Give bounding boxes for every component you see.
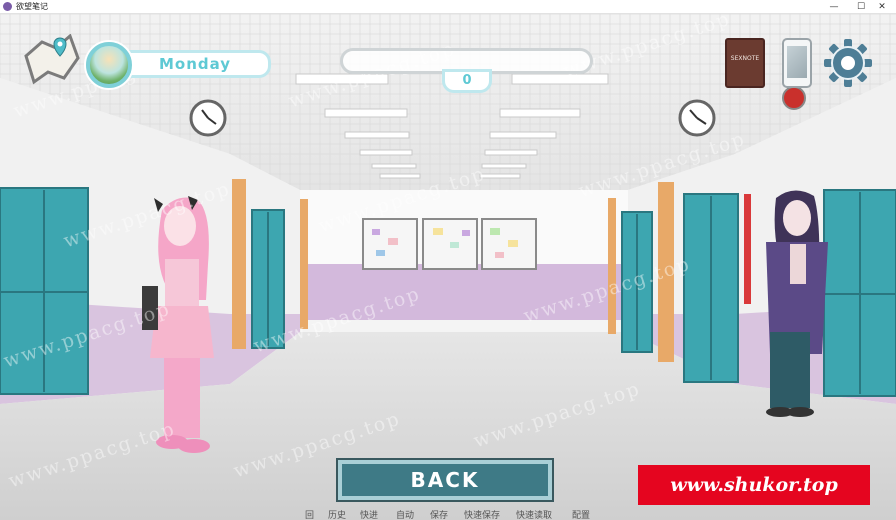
day-display: Monday — [128, 50, 271, 78]
window-titlebar: 欲望笔记 — ☐ ✕ — [0, 0, 896, 14]
game-scene: www.ppacg.top www.ppacg.top www.ppacg.to… — [0, 14, 896, 520]
settings-button[interactable] — [823, 38, 873, 88]
counter-value: 0 — [442, 69, 492, 93]
notebook-label: SEXNOTE — [730, 55, 760, 62]
quick-menu-save[interactable]: 保存 — [430, 508, 448, 520]
notebook-button[interactable]: SEXNOTE — [725, 38, 765, 88]
quick-menu: 回 历史 快进 自动 保存 快速保存 快速读取 配置 — [300, 508, 620, 520]
quick-menu-quick-load[interactable]: 快速读取 — [516, 508, 552, 520]
quick-menu-auto[interactable]: 自动 — [396, 508, 414, 520]
minimize-button[interactable]: — — [820, 0, 848, 14]
window-title: 欲望笔记 — [16, 2, 48, 11]
quick-menu-skip[interactable]: 快进 — [360, 508, 378, 520]
quick-menu-back[interactable]: 回 — [305, 508, 314, 520]
day-time-icon — [86, 42, 132, 88]
wall-clock-left — [189, 99, 227, 137]
wall-clock-right — [678, 99, 716, 137]
phone-button[interactable] — [782, 38, 812, 88]
quick-menu-quick-save[interactable]: 快速保存 — [464, 508, 500, 520]
map-icon — [24, 33, 80, 85]
promo-banner: www.shukor.top — [638, 465, 870, 505]
app-icon — [3, 2, 12, 11]
gear-icon — [824, 39, 872, 87]
close-button[interactable]: ✕ — [868, 0, 896, 14]
quick-menu-history[interactable]: 历史 — [328, 508, 346, 520]
back-button[interactable]: BACK — [338, 460, 552, 500]
map-button[interactable] — [20, 33, 84, 88]
day-label: Monday — [159, 55, 232, 73]
quick-menu-config[interactable]: 配置 — [572, 508, 590, 520]
